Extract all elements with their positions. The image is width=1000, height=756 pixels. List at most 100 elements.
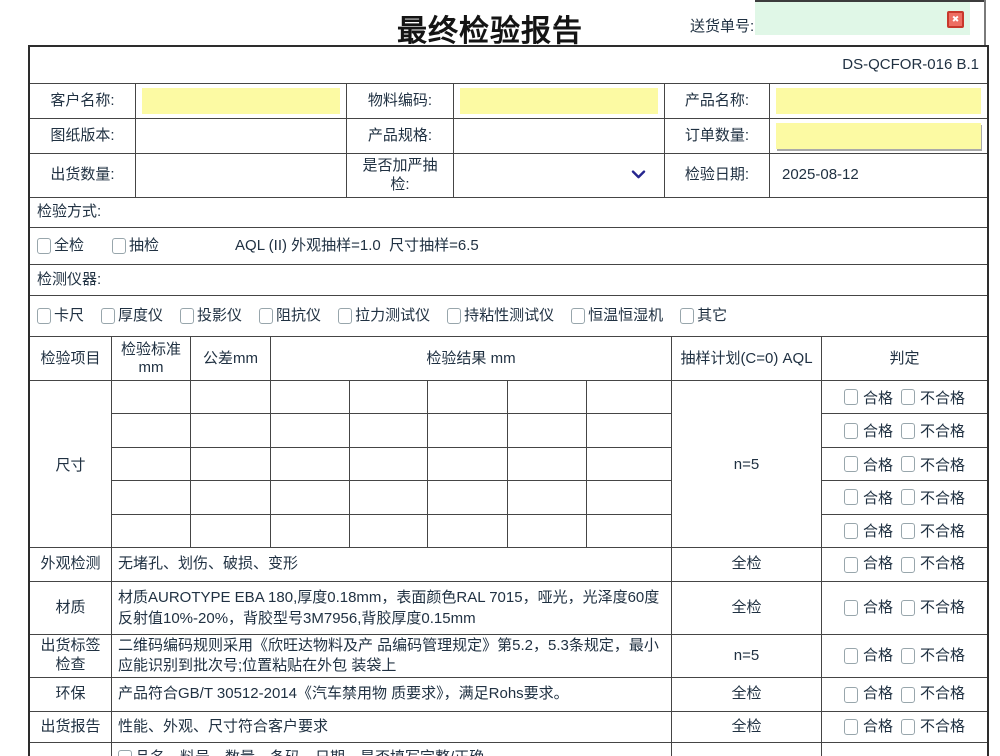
inspection-date-value[interactable]: 2025-08-12 bbox=[770, 154, 987, 197]
customer-name-input[interactable] bbox=[142, 88, 340, 114]
strict-sampling-dropdown[interactable] bbox=[454, 154, 665, 197]
checkbox-pass[interactable] bbox=[844, 687, 858, 703]
standard-cell[interactable] bbox=[112, 515, 191, 547]
tolerance-cell[interactable] bbox=[191, 481, 271, 513]
checkbox-fail[interactable] bbox=[901, 489, 915, 505]
result-cell[interactable] bbox=[587, 414, 671, 446]
customer-name-label: 客户名称: bbox=[30, 84, 136, 118]
result-cell[interactable] bbox=[428, 515, 508, 547]
tolerance-cell[interactable] bbox=[191, 448, 271, 480]
ship-qty-label: 出货数量: bbox=[30, 154, 136, 197]
standard-cell[interactable] bbox=[112, 481, 191, 513]
result-cell[interactable] bbox=[271, 414, 350, 446]
option-thickness-gauge[interactable]: 厚度仪 bbox=[101, 307, 163, 326]
standard-cell[interactable] bbox=[112, 381, 191, 413]
checkbox-pass[interactable] bbox=[844, 523, 858, 539]
result-cell[interactable] bbox=[587, 515, 671, 547]
checkbox-pass[interactable] bbox=[844, 719, 858, 735]
result-cell[interactable] bbox=[587, 381, 671, 413]
fail-label: 不合格 bbox=[920, 420, 965, 441]
delivery-number-input[interactable] bbox=[755, 2, 970, 35]
standard-cell[interactable] bbox=[112, 414, 191, 446]
item-shipping-label: 出货标签检查 bbox=[30, 635, 112, 677]
tolerance-cell[interactable] bbox=[191, 515, 271, 547]
standard-cell[interactable] bbox=[112, 448, 191, 480]
option-impedance-tester[interactable]: 阻抗仪 bbox=[259, 307, 321, 326]
result-cell[interactable] bbox=[508, 381, 587, 413]
tolerance-cell[interactable] bbox=[191, 381, 271, 413]
result-cell[interactable] bbox=[508, 515, 587, 547]
checkbox-pass[interactable] bbox=[844, 423, 858, 439]
result-cell[interactable] bbox=[587, 448, 671, 480]
option-caliper[interactable]: 卡尺 bbox=[37, 307, 84, 326]
result-cell[interactable] bbox=[587, 481, 671, 513]
checkbox-fail[interactable] bbox=[901, 557, 915, 573]
checkbox-pass[interactable] bbox=[844, 600, 858, 616]
result-cell[interactable] bbox=[350, 448, 429, 480]
clear-x-icon[interactable]: ✖ bbox=[947, 11, 964, 28]
checkbox-other-instrument[interactable] bbox=[680, 308, 694, 324]
checkbox-impedance-tester[interactable] bbox=[259, 308, 273, 324]
checkbox-fail[interactable] bbox=[901, 423, 915, 439]
checkbox-fail[interactable] bbox=[901, 456, 915, 472]
result-cell[interactable] bbox=[428, 381, 508, 413]
drawing-version-field[interactable] bbox=[136, 119, 347, 153]
result-cell[interactable] bbox=[350, 515, 429, 547]
pass-label: 合格 bbox=[863, 420, 893, 441]
checkbox-fail[interactable] bbox=[901, 389, 915, 405]
appearance-row: 外观检测 无堵孔、划伤、破损、变形 全检 合格不合格 bbox=[30, 548, 987, 582]
checkbox-fail[interactable] bbox=[901, 719, 915, 735]
checkbox-pass[interactable] bbox=[844, 648, 858, 664]
checkbox-pass[interactable] bbox=[844, 456, 858, 472]
result-cell[interactable] bbox=[350, 414, 429, 446]
checkbox-thickness-gauge[interactable] bbox=[101, 308, 115, 324]
checkbox-label-complete[interactable] bbox=[118, 750, 132, 756]
checkbox-fail[interactable] bbox=[901, 648, 915, 664]
result-cell[interactable] bbox=[271, 515, 350, 547]
checkbox-pass[interactable] bbox=[844, 489, 858, 505]
option-tension-tester[interactable]: 拉力测试仪 bbox=[338, 307, 430, 326]
order-qty-input[interactable] bbox=[776, 123, 981, 149]
option-full-inspection[interactable]: 全检 bbox=[37, 237, 84, 256]
checkbox-projector[interactable] bbox=[180, 308, 194, 324]
checkbox-fail[interactable] bbox=[901, 687, 915, 703]
shipping-label-sampling: n=5 bbox=[672, 635, 822, 677]
product-spec-field[interactable] bbox=[454, 119, 665, 153]
result-cell[interactable] bbox=[508, 448, 587, 480]
option-projector[interactable]: 投影仪 bbox=[180, 307, 242, 326]
product-name-input[interactable] bbox=[776, 88, 981, 114]
result-cell[interactable] bbox=[428, 414, 508, 446]
result-cell[interactable] bbox=[508, 481, 587, 513]
tolerance-cell[interactable] bbox=[191, 414, 271, 446]
option-sampling-inspection[interactable]: 抽检 bbox=[112, 237, 159, 256]
checkbox-adhesion-tester[interactable] bbox=[447, 308, 461, 324]
material-row: 材质 材质AUROTYPE EBA 180,厚度0.18mm，表面颜色RAL 7… bbox=[30, 582, 987, 635]
checkbox-pass[interactable] bbox=[844, 557, 858, 573]
shipping-label-desc: 二维码编码规则采用《欣旺达物料及产 品编码管理规定》第5.2，5.3条规定，最小… bbox=[112, 635, 672, 677]
option-other-instrument[interactable]: 其它 bbox=[680, 307, 727, 326]
item-empty bbox=[30, 743, 112, 756]
option-adhesion-tester[interactable]: 持粘性测试仪 bbox=[447, 307, 554, 326]
tension-tester-label: 拉力测试仪 bbox=[355, 307, 430, 326]
result-cell[interactable] bbox=[428, 481, 508, 513]
checkbox-fail[interactable] bbox=[901, 600, 915, 616]
ship-qty-field[interactable] bbox=[136, 154, 347, 197]
checkbox-full-inspection[interactable] bbox=[37, 238, 51, 254]
result-cell[interactable] bbox=[350, 481, 429, 513]
checkbox-caliper[interactable] bbox=[37, 308, 51, 324]
result-cell[interactable] bbox=[271, 381, 350, 413]
result-cell[interactable] bbox=[271, 481, 350, 513]
result-cell[interactable] bbox=[428, 448, 508, 480]
checkbox-climate-chamber[interactable] bbox=[571, 308, 585, 324]
result-cell[interactable] bbox=[350, 381, 429, 413]
chevron-down-icon[interactable] bbox=[631, 166, 646, 185]
checkbox-fail[interactable] bbox=[901, 523, 915, 539]
environment-sampling: 全检 bbox=[672, 678, 822, 711]
material-code-input[interactable] bbox=[460, 88, 658, 114]
checkbox-tension-tester[interactable] bbox=[338, 308, 352, 324]
result-cell[interactable] bbox=[508, 414, 587, 446]
option-climate-chamber[interactable]: 恒温恒湿机 bbox=[571, 307, 663, 326]
result-cell[interactable] bbox=[271, 448, 350, 480]
checkbox-pass[interactable] bbox=[844, 389, 858, 405]
checkbox-sampling-inspection[interactable] bbox=[112, 238, 126, 254]
